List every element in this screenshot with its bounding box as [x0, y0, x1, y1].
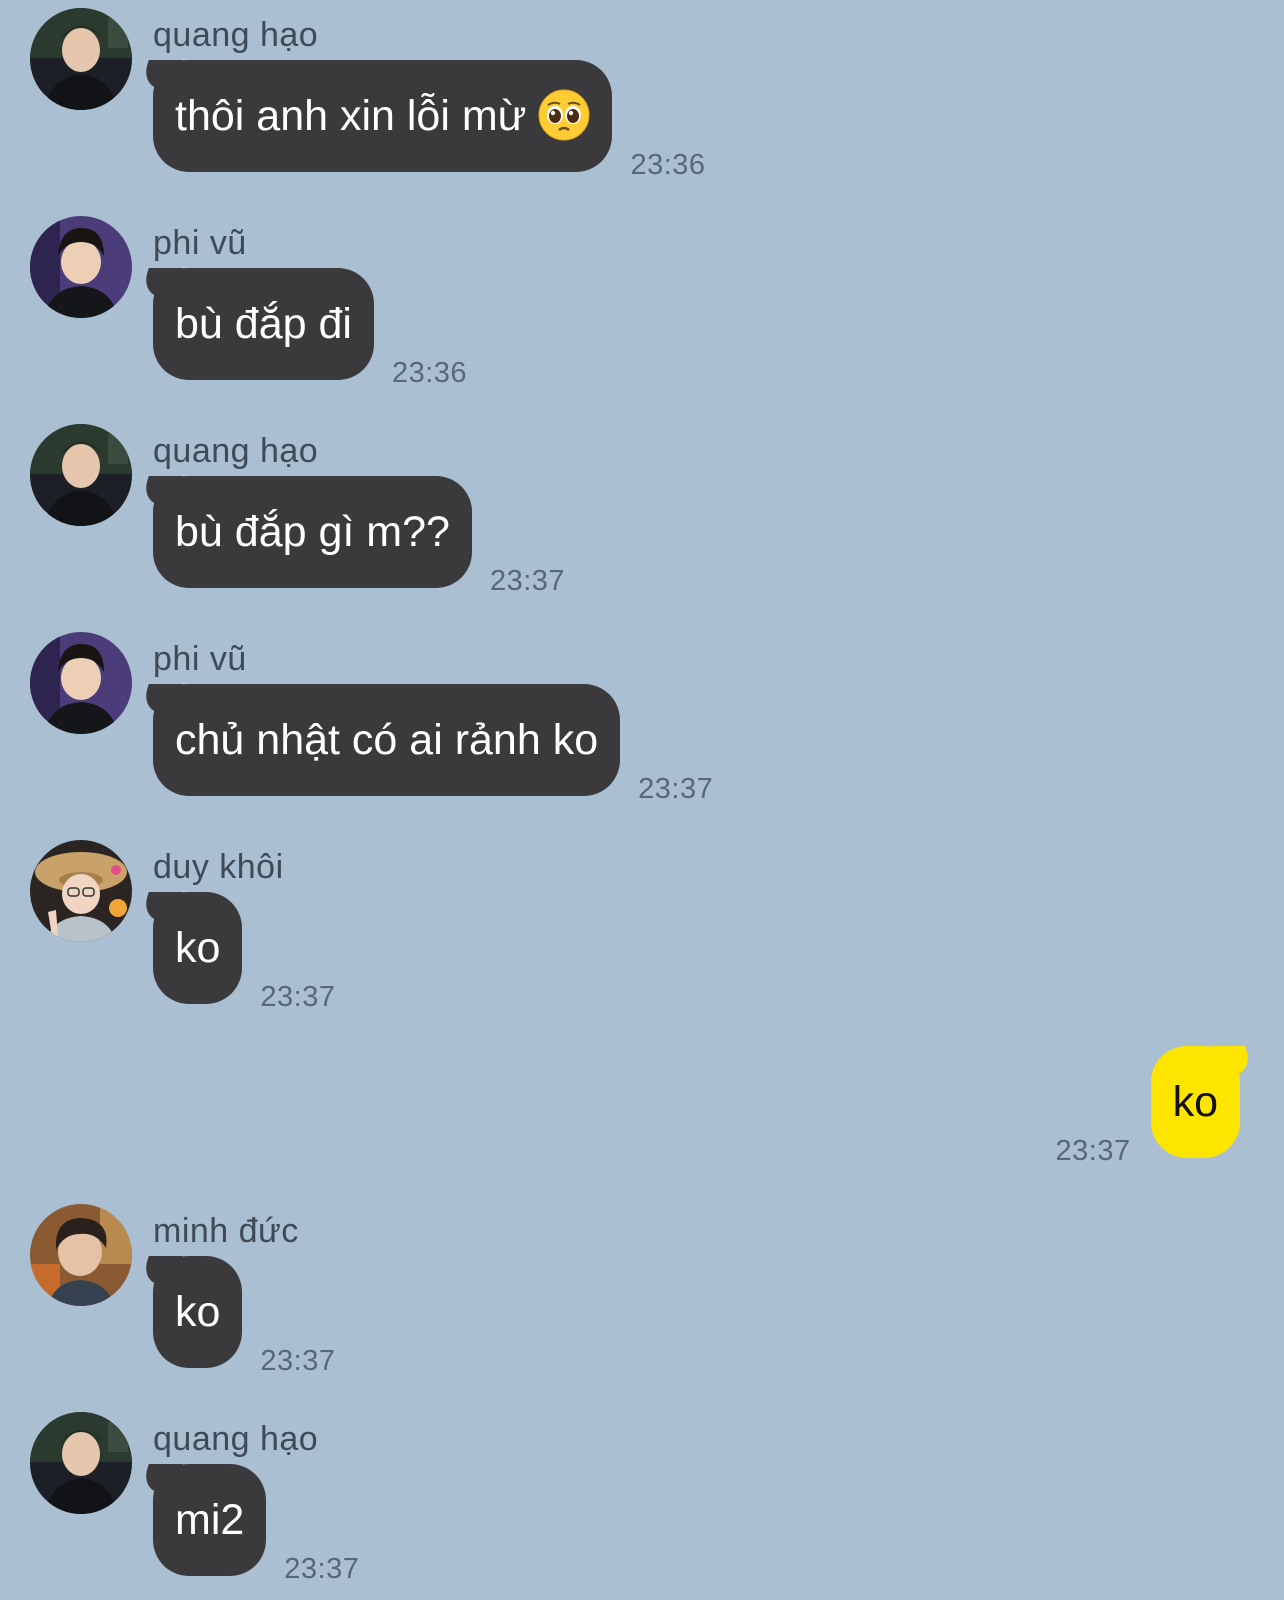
- sender-name: quang hạo: [153, 16, 319, 54]
- sender-name: phi vũ: [153, 224, 247, 262]
- message-time: 23:37: [284, 1553, 360, 1585]
- avatar-quang-hao[interactable]: [30, 1412, 132, 1514]
- message-bubble[interactable]: bù đắp gì m??: [153, 476, 472, 588]
- message-bubble[interactable]: mi2: [153, 1464, 267, 1576]
- sender-name: quang hạo: [153, 432, 319, 470]
- message-bubble[interactable]: chủ nhật có ai rảnh ko: [153, 684, 621, 796]
- message-bubble-group: thôi anh xin lỗi mừ 23:36: [153, 60, 706, 181]
- message-bubble-group: ko 23:37: [153, 892, 336, 1013]
- own-message-time: 23:37: [1055, 1135, 1131, 1167]
- pleading-face-emoji-icon: [538, 89, 590, 141]
- message-bubble-group: chủ nhật có ai rảnh ko 23:37: [153, 684, 713, 805]
- message-time: 23:37: [260, 981, 336, 1013]
- message-bubble-group: mi2 23:37: [153, 1464, 359, 1585]
- sender-name: duy khôi: [153, 848, 284, 886]
- message-bubble-group: ko 23:37: [153, 1256, 336, 1377]
- message-text: thôi anh xin lỗi mừ: [175, 92, 527, 140]
- sender-name: minh đức: [153, 1212, 299, 1250]
- message-bubble-group: bù đắp gì m?? 23:37: [153, 476, 565, 597]
- sender-name: phi vũ: [153, 640, 247, 678]
- message-bubble[interactable]: ko: [153, 892, 243, 1004]
- sender-name: quang hạo: [153, 1420, 319, 1458]
- message-bubble[interactable]: thôi anh xin lỗi mừ: [153, 60, 613, 172]
- message-time: 23:36: [630, 149, 706, 181]
- message-bubble[interactable]: bù đắp đi: [153, 268, 374, 380]
- message-bubble[interactable]: ko: [153, 1256, 243, 1368]
- avatar-duy-khoi[interactable]: [30, 840, 132, 942]
- own-message-row: 23:37 ko: [1056, 1046, 1240, 1167]
- avatar-quang-hao[interactable]: [30, 8, 132, 110]
- own-message-bubble[interactable]: ko: [1150, 1046, 1240, 1158]
- avatar-quang-hao[interactable]: [30, 424, 132, 526]
- avatar-phi-vu[interactable]: [30, 216, 132, 318]
- message-time: 23:37: [638, 773, 714, 805]
- message-time: 23:37: [260, 1345, 336, 1377]
- message-time: 23:36: [391, 357, 468, 389]
- message-time: 23:37: [489, 565, 566, 597]
- avatar-minh-duc[interactable]: [30, 1204, 132, 1306]
- message-bubble-group: bù đắp đi 23:36: [153, 268, 467, 389]
- avatar-phi-vu[interactable]: [30, 632, 132, 734]
